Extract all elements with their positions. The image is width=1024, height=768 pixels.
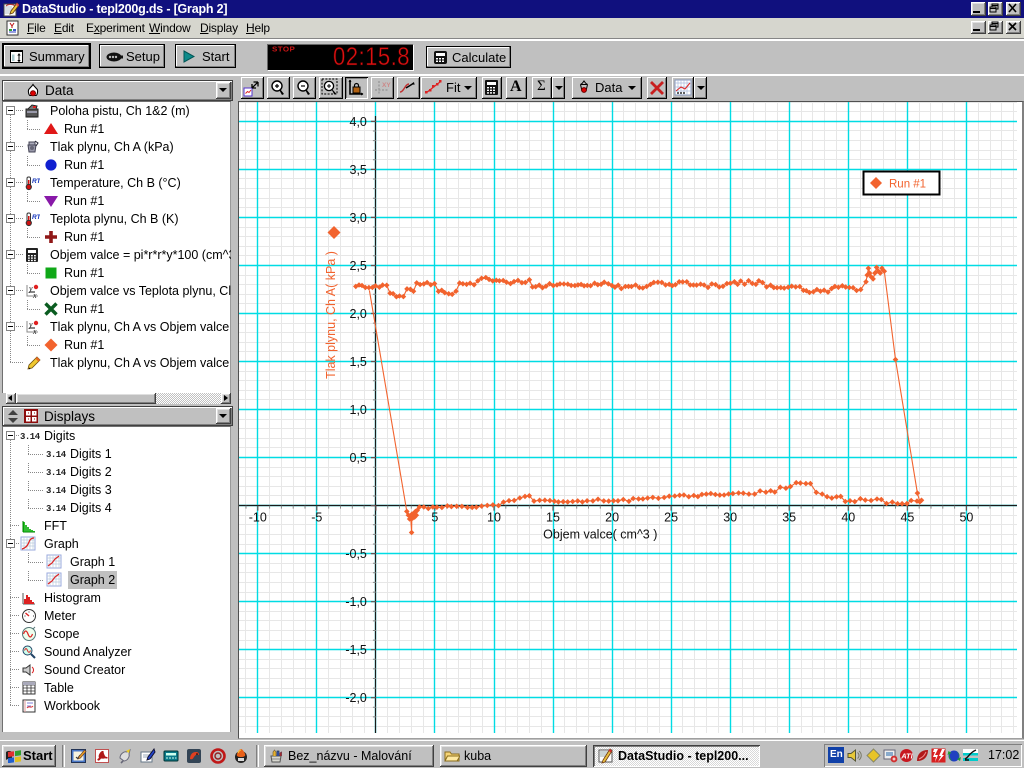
- svg-text:RTD: RTD: [32, 178, 40, 185]
- svg-text:Tlak plynu, Ch A( kPa ): Tlak plynu, Ch A( kPa ): [324, 251, 338, 379]
- svg-text:4,0: 4,0: [350, 115, 367, 129]
- svg-text:2,5: 2,5: [350, 259, 367, 273]
- svg-text:-0,5: -0,5: [345, 547, 367, 561]
- svg-text:45: 45: [900, 511, 914, 525]
- svg-text:40: 40: [841, 511, 855, 525]
- svg-text:20: 20: [605, 511, 619, 525]
- svg-text:3.14: 3.14: [46, 486, 67, 496]
- svg-text:RTD: RTD: [32, 214, 40, 221]
- svg-text:-1,0: -1,0: [345, 595, 367, 609]
- svg-text:30: 30: [723, 511, 737, 525]
- svg-text:-5: -5: [311, 511, 322, 525]
- svg-text:XY: XY: [382, 82, 391, 89]
- svg-text:3.14: 3.14: [20, 432, 41, 442]
- svg-text:2,0: 2,0: [350, 307, 367, 321]
- svg-text:25: 25: [664, 511, 678, 525]
- svg-text:3.14: 3.14: [46, 504, 67, 514]
- svg-text:Run #1: Run #1: [889, 179, 926, 191]
- svg-text:-10: -10: [249, 511, 267, 525]
- svg-text:0,5: 0,5: [350, 451, 367, 465]
- svg-text:50: 50: [959, 511, 973, 525]
- svg-text:-1,5: -1,5: [345, 643, 367, 657]
- svg-text:-2,0: -2,0: [345, 691, 367, 705]
- svg-text:15: 15: [546, 511, 560, 525]
- svg-text:3,0: 3,0: [350, 211, 367, 225]
- svg-text:10: 10: [487, 511, 501, 525]
- svg-text:ATI: ATI: [900, 752, 913, 761]
- svg-text:3.14: 3.14: [46, 468, 67, 478]
- svg-text:1,5: 1,5: [350, 355, 367, 369]
- svg-text:Objem valce( cm^3 ): Objem valce( cm^3 ): [543, 528, 657, 542]
- svg-text:3.14: 3.14: [46, 450, 67, 460]
- svg-text:1,0: 1,0: [350, 403, 367, 417]
- svg-text:5: 5: [431, 511, 438, 525]
- svg-text:3,5: 3,5: [350, 163, 367, 177]
- svg-text:35: 35: [782, 511, 796, 525]
